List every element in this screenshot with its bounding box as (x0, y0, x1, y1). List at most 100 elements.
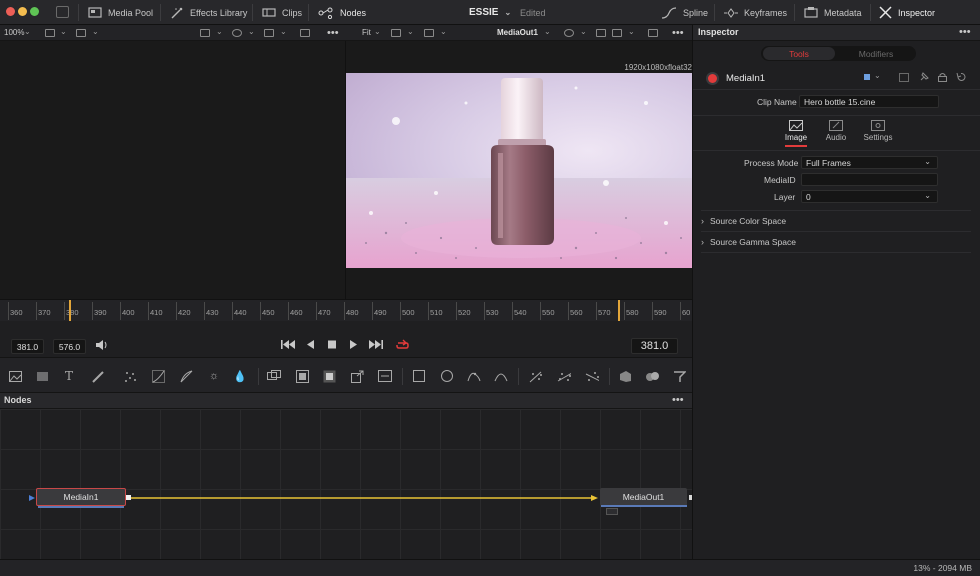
node-color-swatch[interactable] (864, 74, 870, 80)
roi-icon[interactable] (596, 29, 606, 37)
ellipse-mask-icon[interactable] (440, 369, 454, 383)
source-color-space-section[interactable]: › Source Color Space (701, 210, 971, 230)
left-viewer-zoom[interactable]: 100% (4, 25, 24, 41)
close-window-button[interactable] (6, 7, 15, 16)
process-mode-select[interactable]: Full Frames ⌄ (801, 156, 938, 169)
chevron-down-icon[interactable]: ⌄ (92, 27, 99, 36)
more-options-icon[interactable]: ••• (672, 25, 684, 41)
source-gamma-space-section[interactable]: › Source Gamma Space (701, 231, 971, 251)
nodes-button[interactable]: Nodes (318, 0, 366, 25)
subtab-settings[interactable]: Settings (858, 120, 898, 142)
effects-library-button[interactable]: Effects Library (170, 0, 247, 25)
background-tool-icon[interactable] (8, 369, 22, 383)
polygon-mask-icon[interactable] (467, 369, 481, 383)
metadata-button[interactable]: Metadata (804, 0, 862, 25)
render-start-marker[interactable] (69, 300, 71, 322)
curves-tool-icon[interactable] (151, 369, 165, 383)
inspector-button[interactable]: Inspector (879, 0, 935, 25)
chevron-down-icon[interactable]: ⌄ (628, 27, 635, 36)
merge3d-tool-icon[interactable] (645, 369, 659, 383)
chevron-down-icon[interactable]: ⌄ (60, 27, 67, 36)
chevron-down-icon[interactable]: ⌄ (544, 27, 551, 36)
chevron-down-icon[interactable]: ⌄ (580, 27, 587, 36)
render-end-marker[interactable] (618, 300, 620, 322)
delta-keyer-tool-icon[interactable] (322, 369, 336, 383)
bspline-mask-icon[interactable] (494, 369, 508, 383)
clip-name-field[interactable]: Hero bottle 15.cine (799, 95, 939, 108)
lock-icon[interactable] (938, 72, 947, 84)
chevron-down-icon[interactable]: ⌄ (407, 27, 414, 36)
more-options-icon[interactable]: ••• (959, 26, 971, 38)
global-end-field[interactable]: 576.0 (53, 339, 86, 354)
resize-tool-icon[interactable] (378, 369, 392, 383)
chevron-down-icon[interactable]: ⌄ (280, 27, 287, 36)
more-options-icon[interactable]: ••• (327, 25, 339, 41)
load-tool-icon[interactable] (35, 369, 49, 383)
viewer-option-icon[interactable] (45, 29, 55, 37)
clips-button[interactable]: Clips (262, 0, 302, 25)
brightness-tool-icon[interactable]: ☼ (207, 369, 221, 383)
grid-icon[interactable] (264, 29, 274, 37)
node-editor[interactable]: MediaIn1 MediaOut1 (0, 409, 692, 559)
prender-tool-icon[interactable] (557, 369, 571, 383)
renderer3d-tool-icon[interactable] (672, 369, 686, 383)
left-viewer[interactable] (0, 41, 345, 299)
checkerboard-icon[interactable] (300, 29, 310, 37)
chevron-down-icon[interactable]: ⌄ (216, 27, 223, 36)
viewer-layout-icon[interactable] (76, 29, 86, 37)
loop-icon[interactable] (395, 339, 410, 354)
version-icon[interactable] (899, 73, 909, 84)
chevron-down-icon[interactable]: ⌄ (440, 27, 447, 36)
global-start-field[interactable]: 381.0 (11, 339, 44, 354)
layer-select[interactable]: 0 ⌄ (801, 190, 938, 203)
chevron-down-icon[interactable]: ⌄ (374, 27, 381, 36)
pemitter-tool-icon[interactable] (529, 369, 543, 383)
maximize-window-button[interactable] (30, 7, 39, 16)
pimage-tool-icon[interactable] (585, 369, 599, 383)
speaker-icon[interactable] (95, 339, 108, 354)
viewer-option-icon[interactable] (391, 29, 401, 37)
keyframes-button[interactable]: Keyframes (724, 0, 787, 25)
right-viewer-zoom[interactable]: Fit (362, 25, 371, 41)
panel-toggle-icon[interactable] (56, 6, 69, 18)
blur-tool-icon[interactable]: 💧 (233, 369, 247, 383)
timeline-ruler[interactable]: 360 370 380 390 400 410 420 430 440 450 460 470 480 4… (0, 299, 692, 322)
matte-control-tool-icon[interactable] (295, 369, 309, 383)
play-reverse-icon[interactable] (306, 339, 315, 353)
pin-icon[interactable] (919, 72, 929, 84)
paint-tool-icon[interactable] (90, 369, 104, 383)
subtab-audio[interactable]: Audio (816, 120, 856, 142)
go-to-end-icon[interactable] (369, 339, 383, 353)
text-tool-icon[interactable]: T (62, 369, 76, 383)
subtab-image[interactable]: Image (776, 120, 816, 147)
particles-tool-icon[interactable] (123, 369, 137, 383)
play-icon[interactable] (349, 339, 358, 353)
mediaid-field[interactable] (801, 173, 938, 186)
node-mediain1[interactable]: MediaIn1 (36, 488, 126, 506)
minimize-window-button[interactable] (18, 7, 27, 16)
stop-icon[interactable] (328, 339, 337, 353)
right-viewer-node[interactable]: MediaOut1 (497, 25, 538, 41)
merge-tool-icon[interactable] (267, 369, 281, 383)
node-output-port[interactable] (126, 495, 131, 500)
more-options-icon[interactable]: ••• (672, 394, 684, 406)
rectangle-mask-icon[interactable] (412, 369, 426, 383)
roi-icon[interactable] (200, 29, 210, 37)
chevron-down-icon[interactable]: ⌄ (874, 71, 881, 80)
color-channel-icon[interactable] (232, 29, 242, 37)
project-title[interactable]: ESSIE ⌄ (469, 0, 511, 25)
transform-tool-icon[interactable] (350, 369, 364, 383)
shape3d-tool-icon[interactable] (618, 369, 632, 383)
viewer-layout-icon[interactable] (424, 29, 434, 37)
go-to-start-icon[interactable] (281, 339, 295, 353)
tab-tools[interactable]: Tools (763, 47, 835, 60)
chevron-down-icon[interactable]: ⌄ (24, 27, 31, 36)
checkerboard-icon[interactable] (648, 29, 658, 37)
color-channel-icon[interactable] (564, 29, 574, 37)
reset-icon[interactable] (956, 72, 966, 84)
node-view-indicator[interactable] (606, 508, 618, 515)
tab-modifiers[interactable]: Modifiers (839, 47, 913, 60)
spline-button[interactable]: Spline (661, 0, 708, 25)
node-mediaout1[interactable]: MediaOut1 (600, 488, 687, 506)
grid-icon[interactable] (612, 29, 622, 37)
